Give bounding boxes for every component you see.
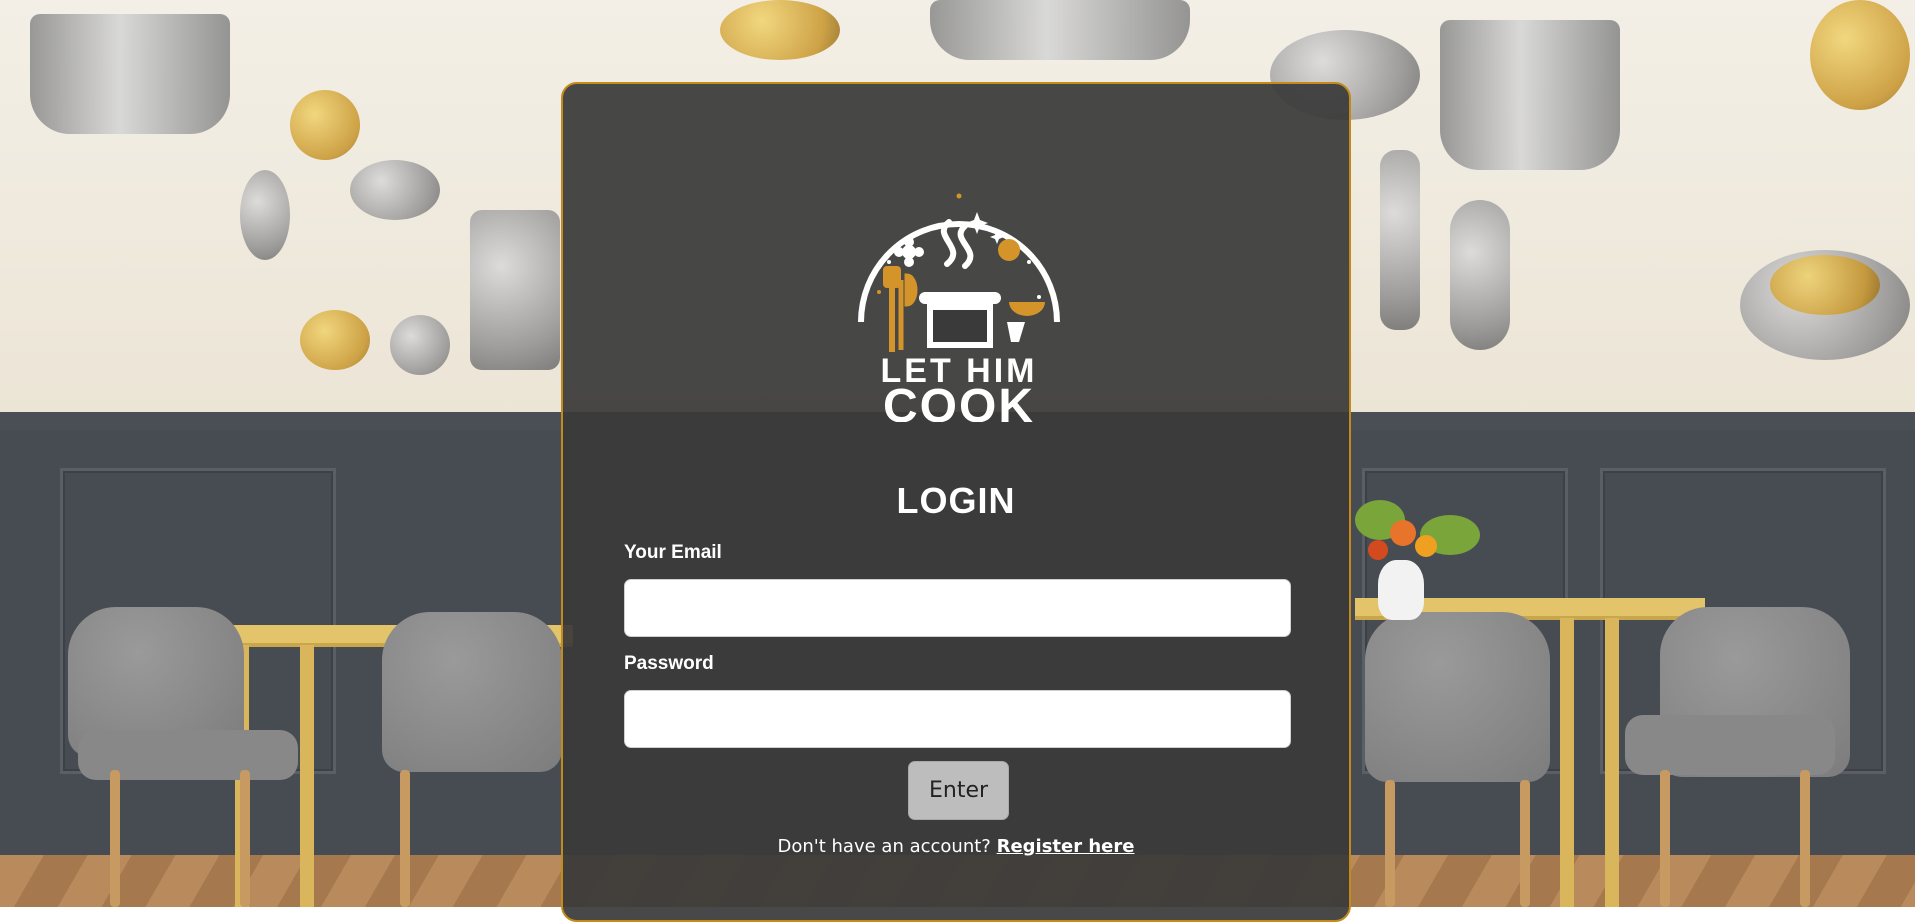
pot-sketch <box>930 0 1190 60</box>
password-label: Password <box>624 653 714 674</box>
sketch-item <box>1810 0 1910 110</box>
pot-sketch <box>1440 20 1620 170</box>
chair-leg <box>110 770 120 907</box>
chair <box>1365 612 1550 782</box>
sketch-item <box>1770 255 1880 315</box>
sketch-item <box>290 90 360 160</box>
flower-vase <box>1378 560 1424 620</box>
register-link[interactable]: Register here <box>997 836 1135 857</box>
sketch-item <box>240 170 290 260</box>
chair-leg <box>1520 780 1530 907</box>
login-card: LET HIM COOK LOGIN Your Email Password E… <box>561 82 1351 922</box>
register-prompt-line: Don't have an account? Register here <box>563 836 1349 857</box>
flower <box>1368 540 1388 560</box>
logo-line2: COOK <box>883 380 1035 422</box>
password-field[interactable] <box>624 690 1291 748</box>
table-leg <box>1605 618 1619 907</box>
enter-button[interactable]: Enter <box>908 761 1009 820</box>
sketch-item <box>1450 200 1510 350</box>
login-title: LOGIN <box>896 480 1016 521</box>
chair-leg <box>1800 770 1810 907</box>
chair-leg <box>1660 770 1670 907</box>
chair <box>382 612 562 772</box>
flower <box>1415 535 1437 557</box>
register-prompt: Don't have an account? <box>777 836 991 857</box>
chair-seat <box>1625 715 1835 775</box>
email-label: Your Email <box>624 542 722 563</box>
flower <box>1390 520 1416 546</box>
sketch-item <box>1380 150 1420 330</box>
sketch-item <box>350 160 440 220</box>
table-leg <box>300 645 314 907</box>
pot-sketch <box>30 14 230 134</box>
chair-leg <box>400 770 410 907</box>
chair-leg <box>240 770 250 907</box>
chair-leg <box>1385 780 1395 907</box>
sketch-item <box>300 310 370 370</box>
sketch-item <box>470 210 560 370</box>
table-leg <box>1560 618 1574 907</box>
sketch-item <box>390 315 450 375</box>
chef-pot-logo-icon: LET HIM COOK <box>858 193 1060 422</box>
email-field[interactable] <box>624 579 1291 637</box>
sketch-item <box>720 0 840 60</box>
